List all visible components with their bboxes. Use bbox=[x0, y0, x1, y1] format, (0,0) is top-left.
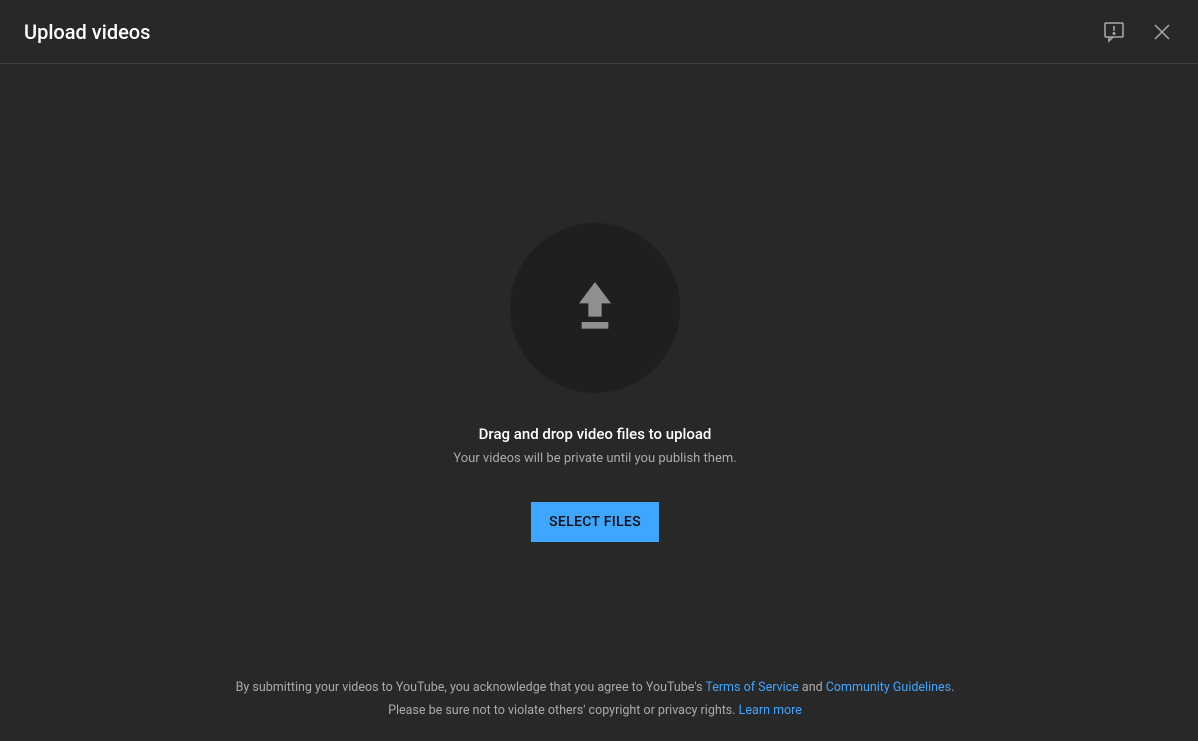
upload-icon bbox=[563, 274, 627, 342]
dialog-title: Upload videos bbox=[24, 20, 150, 44]
footer-text: Please be sure not to violate others' co… bbox=[388, 703, 739, 718]
upload-subheading: Your videos will be private until you pu… bbox=[453, 451, 736, 466]
feedback-icon[interactable] bbox=[1102, 20, 1126, 44]
guidelines-link[interactable]: Community Guidelines bbox=[826, 680, 951, 695]
upload-heading: Drag and drop video files to upload bbox=[479, 425, 712, 443]
close-icon[interactable] bbox=[1150, 20, 1174, 44]
footer-legal: By submitting your videos to YouTube, yo… bbox=[0, 676, 1190, 724]
learn-more-link[interactable]: Learn more bbox=[739, 703, 802, 718]
header-actions bbox=[1102, 20, 1174, 44]
select-files-button[interactable]: SELECT FILES bbox=[531, 502, 659, 542]
upload-dropzone[interactable] bbox=[510, 223, 680, 393]
footer-text: By submitting your videos to YouTube, yo… bbox=[236, 680, 706, 695]
terms-link[interactable]: Terms of Service bbox=[705, 680, 798, 695]
upload-area: Drag and drop video files to upload Your… bbox=[453, 223, 736, 542]
footer-text: . bbox=[951, 680, 954, 695]
dialog-header: Upload videos bbox=[0, 0, 1198, 64]
upload-content: Drag and drop video files to upload Your… bbox=[0, 64, 1190, 741]
footer-text: and bbox=[799, 680, 826, 695]
